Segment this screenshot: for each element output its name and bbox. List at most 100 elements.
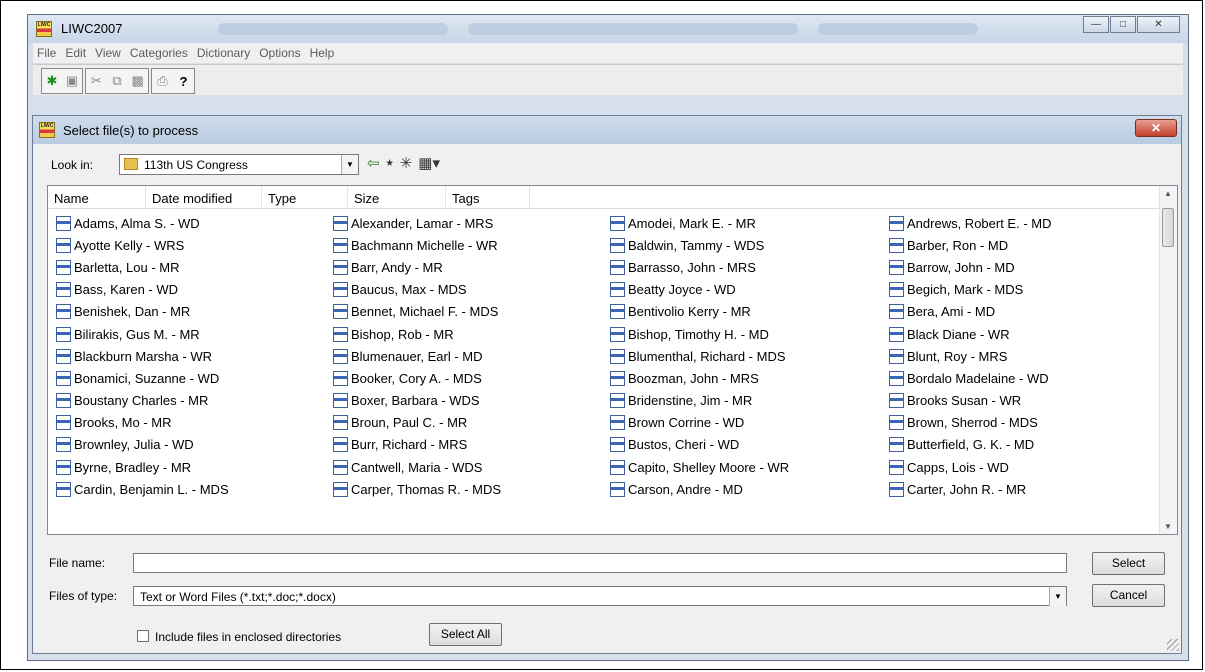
select-all-button[interactable]: Select All [429, 623, 502, 646]
close-button[interactable]: ✕ [1137, 16, 1180, 33]
print-icon[interactable]: ⎙ [155, 73, 170, 89]
select-button[interactable]: Select [1092, 552, 1165, 575]
minimize-button[interactable]: — [1083, 16, 1109, 33]
word-document-icon [333, 370, 348, 386]
file-item[interactable]: Cantwell, Maria - WDS [333, 456, 501, 478]
column-header-date-modified[interactable]: Date modified [146, 186, 262, 208]
file-item[interactable]: Amodei, Mark E. - MR [610, 212, 789, 234]
file-item[interactable]: Brooks, Mo - MR [56, 412, 229, 434]
look-in-combo[interactable]: 113th US Congress ▼ [119, 154, 359, 175]
file-item[interactable]: Black Diane - WR [889, 323, 1052, 345]
column-header-size[interactable]: Size [348, 186, 446, 208]
view-menu-icon[interactable]: ▦▾ [418, 154, 440, 172]
file-item[interactable]: Andrews, Robert E. - MD [889, 212, 1052, 234]
file-item[interactable]: Barrasso, John - MRS [610, 256, 789, 278]
file-item[interactable]: Ayotte Kelly - WRS [56, 234, 229, 256]
file-item[interactable]: Blumenauer, Earl - MD [333, 345, 501, 367]
word-document-icon [610, 370, 625, 386]
file-item[interactable]: Blackburn Marsha - WR [56, 345, 229, 367]
file-item[interactable]: Bachmann Michelle - WR [333, 234, 501, 256]
file-item[interactable]: Byrne, Bradley - MR [56, 456, 229, 478]
word-document-icon [610, 348, 625, 364]
file-item[interactable]: Alexander, Lamar - MRS [333, 212, 501, 234]
menu-item-options[interactable]: Options [255, 43, 305, 60]
file-item[interactable]: Baucus, Max - MDS [333, 279, 501, 301]
include-subdirs-checkbox[interactable] [137, 630, 149, 642]
paste-icon[interactable]: ▩ [130, 73, 145, 89]
file-item[interactable]: Booker, Cory A. - MDS [333, 367, 501, 389]
cancel-button[interactable]: Cancel [1092, 584, 1165, 607]
file-item[interactable]: Blunt, Roy - MRS [889, 345, 1052, 367]
file-item[interactable]: Bera, Ami - MD [889, 301, 1052, 323]
file-item[interactable]: Bustos, Cheri - WD [610, 434, 789, 456]
file-item[interactable]: Capito, Shelley Moore - WR [610, 456, 789, 478]
file-item[interactable]: Brooks Susan - WR [889, 390, 1052, 412]
file-item[interactable]: Bennet, Michael F. - MDS [333, 301, 501, 323]
menu-item-categories[interactable]: Categories [126, 43, 193, 60]
word-document-icon [333, 304, 348, 320]
file-item[interactable]: Bentivolio Kerry - MR [610, 301, 789, 323]
column-header-tags[interactable]: Tags [446, 186, 530, 208]
scroll-up-icon[interactable]: ▲ [1164, 189, 1172, 198]
file-item[interactable]: Begich, Mark - MDS [889, 279, 1052, 301]
file-name-input[interactable] [133, 553, 1067, 573]
chevron-down-icon[interactable]: ▼ [1049, 587, 1066, 606]
file-item[interactable]: Barletta, Lou - MR [56, 256, 229, 278]
file-item[interactable]: Bonamici, Suzanne - WD [56, 367, 229, 389]
file-item[interactable]: Capps, Lois - WD [889, 456, 1052, 478]
menu-item-view[interactable]: View [91, 43, 126, 60]
file-item[interactable]: Boxer, Barbara - WDS [333, 390, 501, 412]
vertical-scrollbar[interactable]: ▲ ▼ [1159, 186, 1177, 534]
file-item[interactable]: Bishop, Rob - MR [333, 323, 501, 345]
dialog-title-bar[interactable]: LIWC Select file(s) to process ✕ [33, 116, 1181, 144]
file-item[interactable]: Blumenthal, Richard - MDS [610, 345, 789, 367]
copy-icon[interactable]: ⧉ [110, 73, 125, 89]
file-item[interactable]: Boustany Charles - MR [56, 390, 229, 412]
file-item[interactable]: Barr, Andy - MR [333, 256, 501, 278]
run-icon[interactable]: ✱ [45, 73, 59, 89]
file-item[interactable]: Barber, Ron - MD [889, 234, 1052, 256]
file-item[interactable]: Carter, John R. - MR [889, 478, 1052, 500]
file-item[interactable]: Carson, Andre - MD [610, 478, 789, 500]
column-header-type[interactable]: Type [262, 186, 348, 208]
chevron-down-icon[interactable]: ▼ [341, 155, 358, 174]
new-folder-icon[interactable]: ✳ [400, 154, 413, 172]
file-item[interactable]: Bishop, Timothy H. - MD [610, 323, 789, 345]
file-item[interactable]: Cardin, Benjamin L. - MDS [56, 478, 229, 500]
back-icon[interactable]: ⇦ [367, 154, 380, 172]
file-item[interactable]: Baldwin, Tammy - WDS [610, 234, 789, 256]
file-item[interactable]: Benishek, Dan - MR [56, 301, 229, 323]
file-item[interactable]: Bass, Karen - WD [56, 279, 229, 301]
maximize-button[interactable]: □ [1110, 16, 1136, 33]
up-folder-icon[interactable]: ⭑ [386, 154, 394, 172]
file-item[interactable]: Brownley, Julia - WD [56, 434, 229, 456]
file-item[interactable]: Burr, Richard - MRS [333, 434, 501, 456]
file-item[interactable]: Beatty Joyce - WD [610, 279, 789, 301]
file-item[interactable]: Bridenstine, Jim - MR [610, 390, 789, 412]
help-icon[interactable]: ? [176, 73, 191, 89]
file-item[interactable]: Broun, Paul C. - MR [333, 412, 501, 434]
file-item[interactable]: Butterfield, G. K. - MD [889, 434, 1052, 456]
scrollbar-thumb[interactable] [1162, 208, 1174, 247]
title-bar[interactable]: LIWC LIWC2007 — □ ✕ [28, 15, 1188, 43]
file-item[interactable]: Bordalo Madelaine - WD [889, 367, 1052, 389]
file-list[interactable]: Name Date modified Type Size Tags Adams, Alm… [47, 185, 1178, 535]
scroll-down-icon[interactable]: ▼ [1164, 522, 1172, 531]
file-item[interactable]: Adams, Alma S. - WD [56, 212, 229, 234]
file-item[interactable]: Boozman, John - MRS [610, 367, 789, 389]
dialog-close-button[interactable]: ✕ [1135, 119, 1177, 137]
files-of-type-select[interactable]: Text or Word Files (*.txt;*.doc;*.docx) … [133, 586, 1067, 606]
menu-item-edit[interactable]: Edit [61, 43, 91, 60]
menu-item-dictionary[interactable]: Dictionary [193, 43, 255, 60]
cut-icon[interactable]: ✂ [89, 73, 104, 89]
file-item[interactable]: Brown, Sherrod - MDS [889, 412, 1052, 434]
file-item[interactable]: Bilirakis, Gus M. - MR [56, 323, 229, 345]
column-header-name[interactable]: Name [48, 186, 146, 208]
file-item[interactable]: Brown Corrine - WD [610, 412, 789, 434]
resize-grip[interactable] [1167, 639, 1179, 651]
save-icon[interactable]: ▣ [65, 73, 79, 89]
file-item[interactable]: Carper, Thomas R. - MDS [333, 478, 501, 500]
file-item[interactable]: Barrow, John - MD [889, 256, 1052, 278]
menu-item-file[interactable]: File [33, 43, 61, 60]
menu-item-help[interactable]: Help [306, 43, 340, 60]
